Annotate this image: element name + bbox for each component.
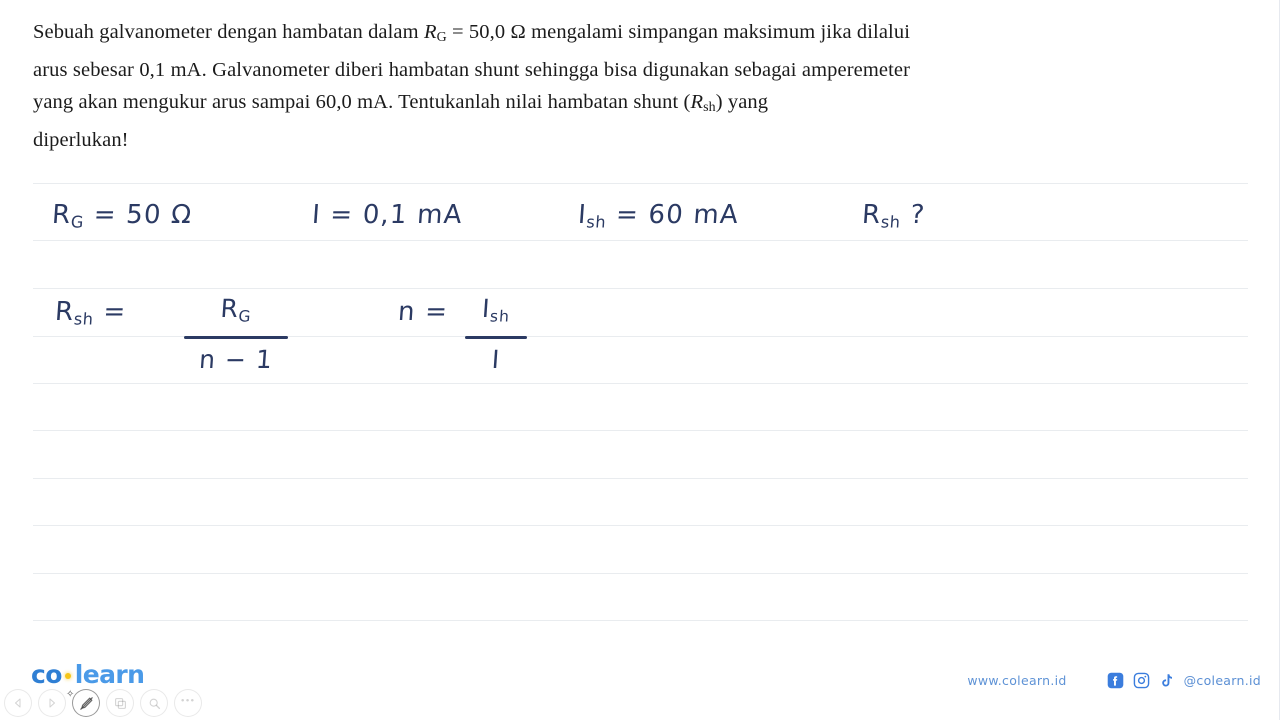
fraction-denominator: I [490, 344, 502, 374]
footer-links: www.colearn.id @colearn.id [967, 672, 1261, 689]
magnifier-icon [149, 698, 160, 709]
logo-text-co: co [31, 660, 62, 689]
fraction-bar [465, 336, 527, 339]
facebook-icon[interactable] [1107, 672, 1124, 689]
website-url[interactable]: www.colearn.id [967, 673, 1066, 688]
ruled-line [33, 525, 1248, 526]
sparkle-icon: ✧ [66, 689, 75, 700]
problem-line-5: diperlukan! [33, 129, 129, 152]
logo-text-learn: learn [74, 660, 145, 689]
handwritten-given-rg: RG = 50 Ω [51, 200, 194, 232]
handwritten-given-ish: Ish = 60 mA [577, 200, 740, 232]
duplicate-icon [114, 697, 126, 709]
ruled-line [33, 573, 1248, 574]
logo-dot-icon [64, 673, 71, 679]
bottom-toolbar: ✧ ••• [4, 689, 202, 717]
problem-line-4a: mengukur arus sampai 60,0 mA. Tentukanla… [122, 91, 691, 114]
pen-button[interactable]: ✧ [66, 689, 100, 717]
handwritten-n-formula-fraction: Ish I [462, 290, 530, 379]
problem-line-1b: = 50,0 Ω mengalami [446, 21, 624, 43]
copy-button[interactable] [106, 689, 134, 717]
pen-no-draw-icon [79, 696, 93, 710]
social-handle[interactable]: @colearn.id [1184, 673, 1261, 688]
variable-rsh: Rsh [690, 91, 716, 116]
handwritten-given-rsh: Rsh ? [861, 200, 927, 232]
zoom-button[interactable] [140, 689, 168, 717]
ruled-line [33, 240, 1248, 241]
problem-statement: Sebuah galvanometer dengan hambatan dala… [33, 16, 910, 156]
ruled-line [33, 288, 1248, 289]
colearn-logo: co learn [31, 660, 145, 689]
tiktok-icon[interactable] [1159, 672, 1175, 689]
problem-line-4b: ) yang [715, 91, 769, 114]
worksheet-page: Sebuah galvanometer dengan hambatan dala… [0, 0, 1280, 720]
fraction-denominator: n − 1 [198, 344, 274, 374]
fraction-numerator: Ish [481, 294, 511, 326]
ellipsis-icon: ••• [180, 695, 196, 707]
ruled-line [33, 183, 1248, 184]
fraction-numerator: RG [219, 294, 253, 326]
triangle-left-icon [15, 698, 21, 708]
triangle-right-icon [49, 698, 55, 708]
handwritten-rsh-formula-fraction: RG n − 1 [181, 290, 291, 379]
ruled-line [33, 620, 1248, 621]
instagram-icon[interactable] [1133, 672, 1150, 689]
variable-rg: RG [423, 21, 447, 46]
problem-line-1a: Sebuah galvanometer dengan hambatan dala… [33, 21, 424, 43]
previous-button[interactable] [4, 689, 32, 717]
ruled-line [33, 478, 1248, 479]
fraction-bar [184, 336, 288, 339]
handwritten-given-i: I = 0,1 mA [310, 200, 464, 230]
more-button[interactable]: ••• [174, 689, 202, 717]
play-button[interactable] [38, 689, 66, 717]
ruled-line [33, 430, 1248, 431]
handwritten-rsh-formula-lhs: Rsh = [54, 297, 128, 329]
ruled-line [33, 383, 1248, 384]
handwritten-n-formula-lhs: n = [396, 297, 450, 327]
